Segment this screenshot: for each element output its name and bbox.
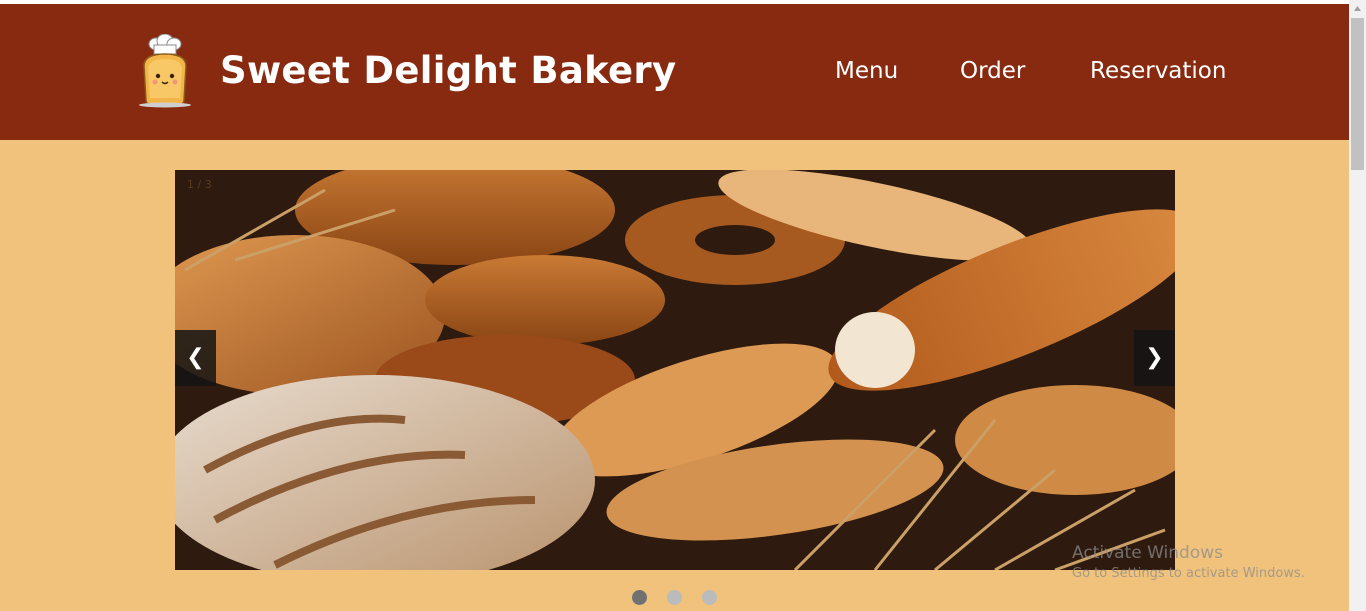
- watermark-subtitle: Go to Settings to activate Windows.: [1072, 566, 1305, 581]
- slide-counter: 1 / 3: [187, 178, 212, 191]
- image-slideshow: 1 / 3 ❮ ❯: [175, 170, 1175, 570]
- scrollbar-thumb[interactable]: [1351, 18, 1364, 170]
- next-slide-button[interactable]: ❯: [1134, 330, 1175, 386]
- scroll-up-arrow-icon[interactable]: [1349, 0, 1366, 17]
- site-title: Sweet Delight Bakery: [220, 49, 677, 92]
- slide-dot-3[interactable]: [702, 590, 717, 605]
- bread-loaves-photo: [175, 170, 1175, 570]
- chef-toast-logo-icon: [139, 34, 191, 108]
- nav-menu-link[interactable]: Menu: [835, 58, 898, 84]
- slide-dot-1[interactable]: [632, 590, 647, 605]
- vertical-scrollbar[interactable]: [1349, 0, 1366, 611]
- site-header: Sweet Delight Bakery Menu Order Reservat…: [0, 4, 1349, 140]
- activate-windows-watermark: Activate Windows Go to Settings to activ…: [1072, 543, 1305, 581]
- slide-dot-2[interactable]: [667, 590, 682, 605]
- nav-reservation-link[interactable]: Reservation: [1090, 58, 1226, 84]
- nav-order-link[interactable]: Order: [960, 58, 1025, 84]
- watermark-title: Activate Windows: [1072, 543, 1223, 563]
- previous-slide-button[interactable]: ❮: [175, 330, 216, 386]
